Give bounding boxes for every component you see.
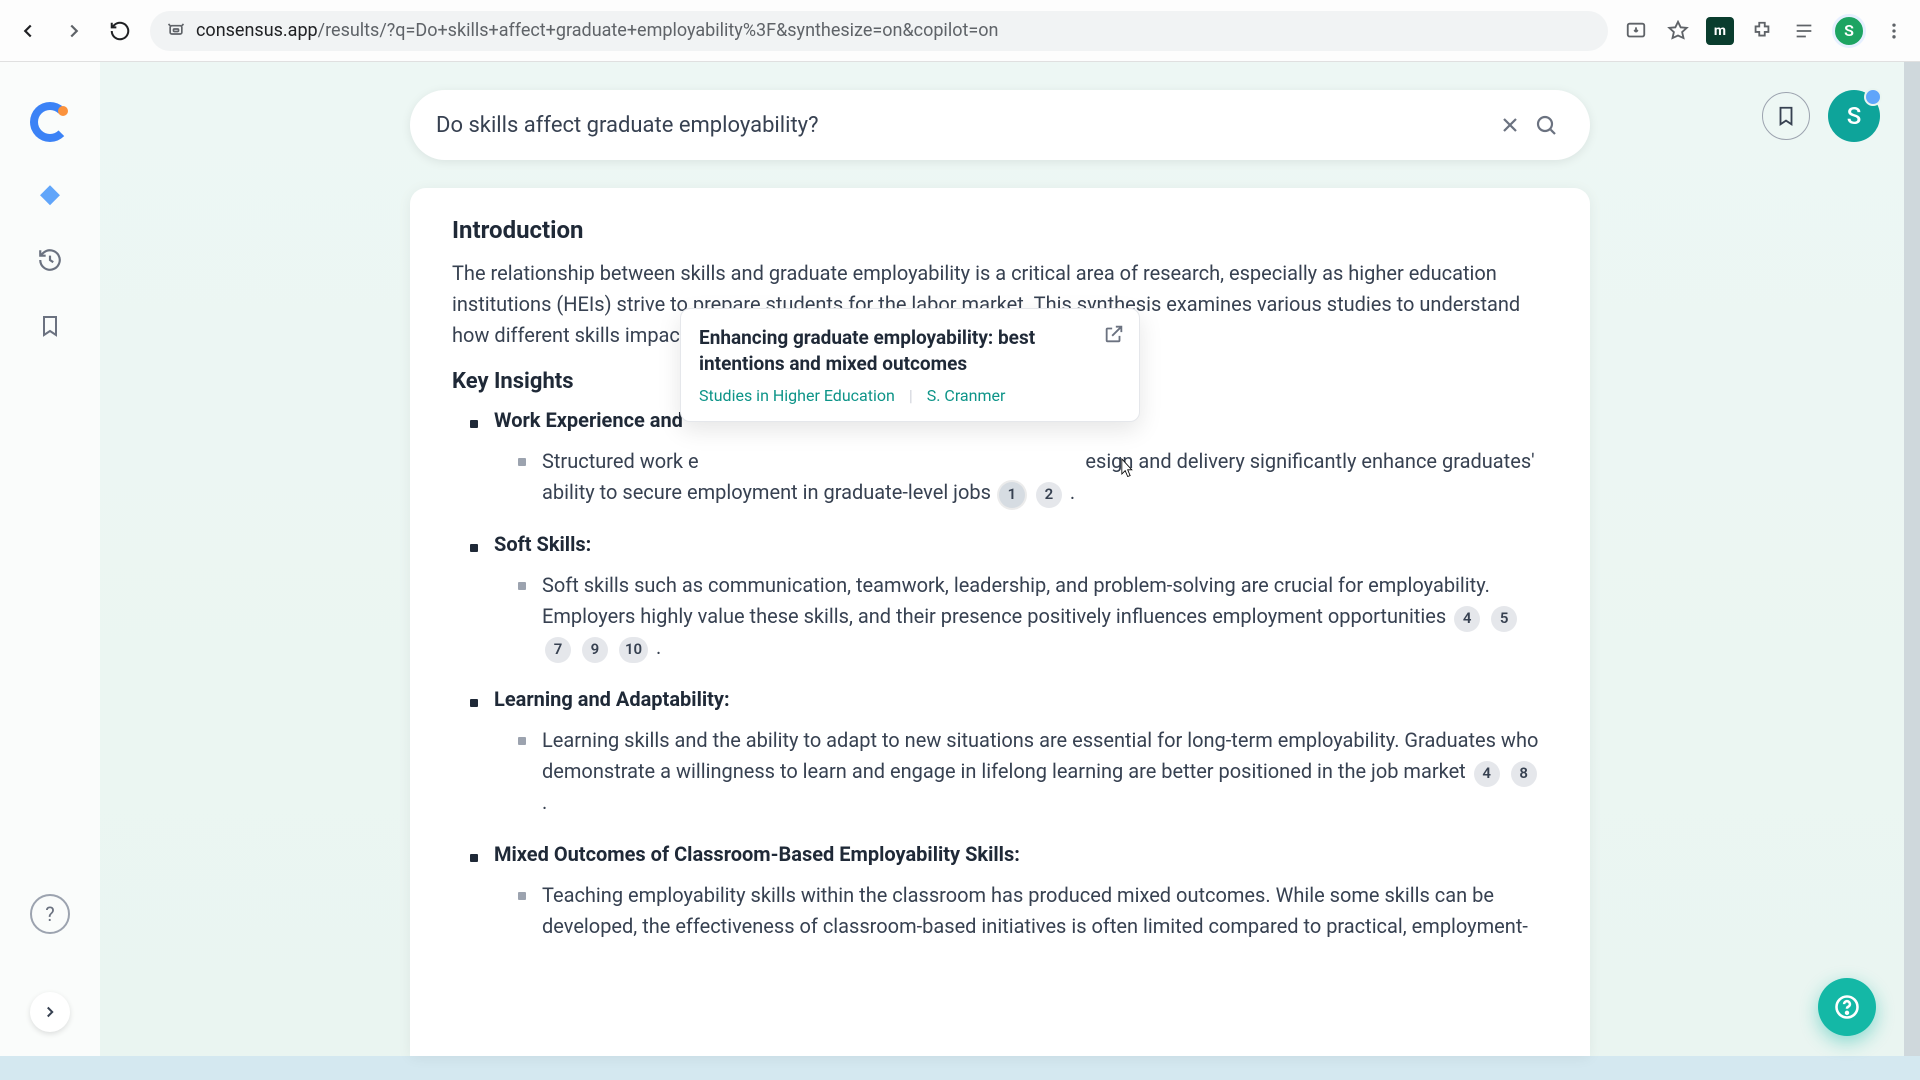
- clear-search-icon[interactable]: [1492, 107, 1528, 143]
- extensions-icon[interactable]: [1748, 17, 1776, 45]
- reload-button[interactable]: [104, 15, 136, 47]
- punct: .: [542, 790, 547, 814]
- citation-badge[interactable]: 10: [619, 637, 648, 663]
- citation-badge[interactable]: 8: [1511, 761, 1537, 787]
- insight-title: Mixed Outcomes of Classroom-Based Employ…: [494, 842, 1020, 866]
- url-text: consensus.app/results/?q=Do+skills+affec…: [196, 20, 998, 41]
- popover-title[interactable]: Enhancing graduate employability: best i…: [699, 325, 1121, 376]
- insight-item: Mixed Outcomes of Classroom-Based Employ…: [470, 842, 1548, 942]
- address-bar[interactable]: consensus.app/results/?q=Do+skills+affec…: [150, 11, 1608, 51]
- citation-popover: Enhancing graduate employability: best i…: [680, 308, 1140, 422]
- open-external-icon[interactable]: [1103, 323, 1125, 349]
- bookmarks-icon[interactable]: [36, 312, 64, 340]
- separator: |: [909, 386, 913, 405]
- search-query-text: Do skills affect graduate employability?: [436, 113, 1492, 138]
- insight-detail: Teaching employability skills within the…: [518, 880, 1548, 942]
- insight-title: Learning and Adaptability:: [494, 687, 730, 711]
- insight-item: Learning and Adaptability: Learning skil…: [470, 687, 1548, 818]
- premium-icon[interactable]: ◆: [36, 180, 64, 208]
- left-sidebar: ◆ ?: [0, 62, 100, 1056]
- insight-title: Soft Skills:: [494, 532, 591, 556]
- search-bar[interactable]: Do skills affect graduate employability?: [410, 90, 1590, 160]
- app-logo[interactable]: [30, 102, 70, 142]
- header-actions: S: [1762, 90, 1880, 142]
- citation-badge[interactable]: 9: [582, 637, 608, 663]
- sidebar-help-button[interactable]: ?: [30, 894, 70, 934]
- popover-journal[interactable]: Studies in Higher Education: [699, 386, 895, 405]
- reading-list-icon[interactable]: [1790, 17, 1818, 45]
- search-icon[interactable]: [1528, 107, 1564, 143]
- chrome-actions: m S: [1622, 14, 1908, 48]
- extension-badge[interactable]: m: [1706, 17, 1734, 45]
- citation-badge[interactable]: 7: [545, 637, 571, 663]
- punct: .: [1070, 480, 1075, 504]
- citation-badge[interactable]: 4: [1474, 761, 1500, 787]
- scrollbar-track[interactable]: [1904, 62, 1920, 1056]
- forward-button[interactable]: [58, 15, 90, 47]
- browser-toolbar: consensus.app/results/?q=Do+skills+affec…: [0, 0, 1920, 62]
- chrome-profile-avatar[interactable]: S: [1832, 14, 1866, 48]
- introduction-heading: Introduction: [452, 216, 1548, 244]
- chrome-menu-icon[interactable]: [1880, 17, 1908, 45]
- site-info-icon[interactable]: [166, 19, 186, 43]
- install-app-icon[interactable]: [1622, 17, 1650, 45]
- insight-detail: Structured work exxxxxxxxxxxxxxxxxxxxxxx…: [518, 446, 1548, 508]
- user-avatar[interactable]: S: [1828, 90, 1880, 142]
- popover-author[interactable]: S. Cranmer: [927, 386, 1006, 405]
- insight-item: Soft Skills: Soft skills such as communi…: [470, 532, 1548, 663]
- punct: .: [656, 635, 661, 659]
- sidebar-expand-button[interactable]: [30, 992, 70, 1032]
- bookmark-star-icon[interactable]: [1664, 17, 1692, 45]
- insight-detail: Learning skills and the ability to adapt…: [518, 725, 1548, 818]
- citation-badge[interactable]: 4: [1454, 606, 1480, 632]
- citation-badge[interactable]: 2: [1036, 482, 1062, 508]
- help-fab[interactable]: [1818, 978, 1876, 1036]
- back-button[interactable]: [12, 15, 44, 47]
- insight-item: Work Experience and Structured work exxx…: [470, 408, 1548, 508]
- save-bookmark-button[interactable]: [1762, 92, 1810, 140]
- app-root: ◆ ? S Do skills affect graduate employab…: [0, 62, 1904, 1056]
- citation-badge[interactable]: 1: [999, 482, 1025, 508]
- citation-badge[interactable]: 5: [1491, 606, 1517, 632]
- insight-title: Work Experience and: [494, 408, 683, 432]
- history-icon[interactable]: [36, 246, 64, 274]
- insight-detail: Soft skills such as communication, teamw…: [518, 570, 1548, 663]
